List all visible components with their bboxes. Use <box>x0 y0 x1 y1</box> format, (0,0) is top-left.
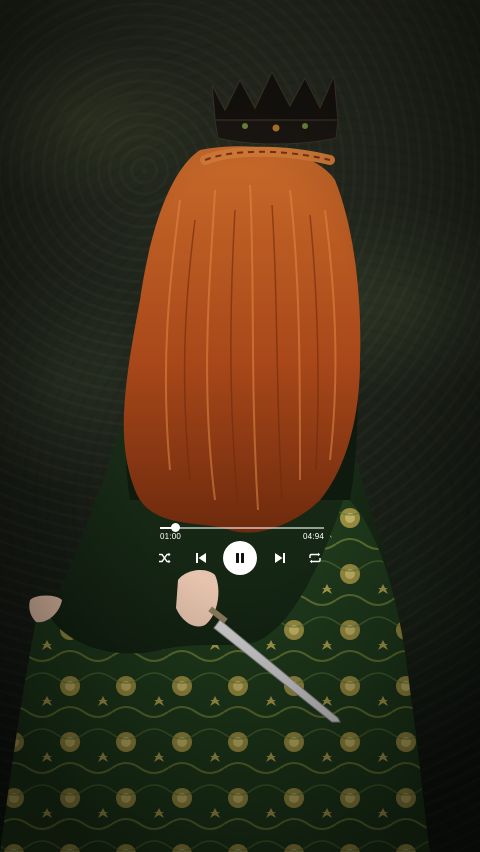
next-button[interactable] <box>273 551 287 565</box>
music-player: 01:00 04:94 <box>158 519 324 579</box>
video-screen: 01:00 04:94 <box>0 0 480 852</box>
vignette-overlay <box>0 0 480 852</box>
shuffle-icon <box>159 552 171 564</box>
total-time: 04:94 <box>302 532 324 541</box>
previous-button[interactable] <box>194 551 208 565</box>
repeat-icon <box>309 552 321 564</box>
skip-next-icon <box>275 553 285 563</box>
pause-icon <box>236 553 244 563</box>
repeat-button[interactable] <box>308 551 322 565</box>
progress-knob[interactable] <box>170 523 180 532</box>
progress-bar[interactable] <box>160 523 324 532</box>
pause-button[interactable] <box>223 541 257 575</box>
skip-previous-icon <box>196 553 206 563</box>
playback-controls <box>158 541 324 577</box>
shuffle-button[interactable] <box>158 551 172 565</box>
current-time: 01:00 <box>160 532 182 541</box>
